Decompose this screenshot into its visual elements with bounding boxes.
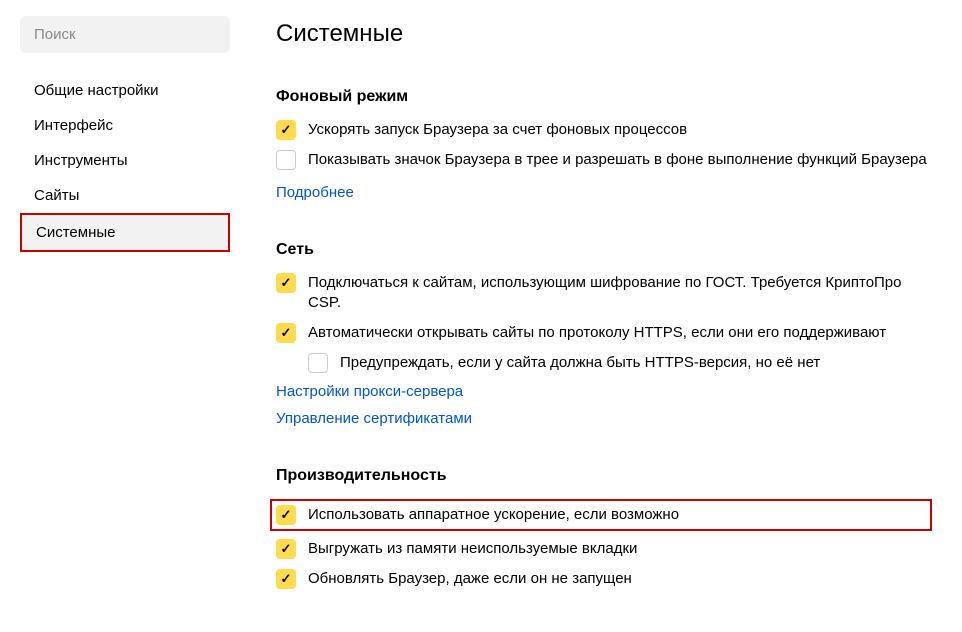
checkbox-update-bg[interactable]: ✓ (276, 569, 296, 589)
page-title: Системные (276, 20, 932, 48)
checkbox-speedup[interactable]: ✓ (276, 120, 296, 140)
checkbox-tray[interactable] (276, 150, 296, 170)
checkbox-hw-accel[interactable]: ✓ (276, 505, 296, 525)
option-hw-accel: ✓ Использовать аппаратное ускорение, есл… (276, 505, 926, 525)
label-tray: Показывать значок Браузера в трее и разр… (308, 150, 927, 170)
checkbox-https[interactable]: ✓ (276, 323, 296, 343)
section-title-network: Сеть (276, 241, 932, 259)
checkbox-https-warn[interactable] (308, 353, 328, 373)
label-https: Автоматически открывать сайты по протоко… (308, 323, 886, 343)
link-cert-management[interactable]: Управление сертификатами (276, 410, 932, 427)
option-tray-icon: Показывать значок Браузера в трее и разр… (276, 150, 932, 170)
label-https-warn: Предупреждать, если у сайта должна быть … (340, 353, 820, 373)
option-https: ✓ Автоматически открывать сайты по прото… (276, 323, 932, 343)
label-gost: Подключаться к сайтам, использующим шифр… (308, 273, 932, 313)
main-content: Системные Фоновый режим ✓ Ускорять запус… (240, 0, 962, 632)
label-update-bg: Обновлять Браузер, даже если он не запущ… (308, 569, 632, 589)
option-unload-tabs: ✓ Выгружать из памяти неиспользуемые вкл… (276, 539, 932, 559)
link-proxy-settings[interactable]: Настройки прокси-сервера (276, 383, 932, 400)
sidebar: Поиск Общие настройки Интерфейс Инструме… (0, 0, 240, 632)
section-background: Фоновый режим ✓ Ускорять запуск Браузера… (276, 88, 932, 201)
option-update-bg: ✓ Обновлять Браузер, даже если он не зап… (276, 569, 932, 589)
label-hw-accel: Использовать аппаратное ускорение, если … (308, 505, 679, 525)
search-input[interactable]: Поиск (20, 16, 230, 53)
section-title-performance: Производительность (276, 467, 932, 485)
sidebar-item-interface[interactable]: Интерфейс (20, 108, 230, 143)
option-gost: ✓ Подключаться к сайтам, использующим ши… (276, 273, 932, 313)
checkbox-gost[interactable]: ✓ (276, 273, 296, 293)
label-unload-tabs: Выгружать из памяти неиспользуемые вклад… (308, 539, 637, 559)
section-network: Сеть ✓ Подключаться к сайтам, использующ… (276, 241, 932, 427)
sidebar-item-system[interactable]: Системные (20, 213, 230, 252)
sidebar-item-tools[interactable]: Инструменты (20, 143, 230, 178)
checkbox-unload-tabs[interactable]: ✓ (276, 539, 296, 559)
section-title-background: Фоновый режим (276, 88, 932, 106)
sidebar-item-general[interactable]: Общие настройки (20, 73, 230, 108)
highlighted-hw-accel: ✓ Использовать аппаратное ускорение, есл… (270, 499, 932, 531)
option-https-warn: Предупреждать, если у сайта должна быть … (308, 353, 932, 373)
label-speedup: Ускорять запуск Браузера за счет фоновых… (308, 120, 687, 140)
link-more-background[interactable]: Подробнее (276, 184, 354, 201)
section-performance: Производительность ✓ Использовать аппара… (276, 467, 932, 589)
option-speedup-launch: ✓ Ускорять запуск Браузера за счет фонов… (276, 120, 932, 140)
sidebar-item-sites[interactable]: Сайты (20, 178, 230, 213)
